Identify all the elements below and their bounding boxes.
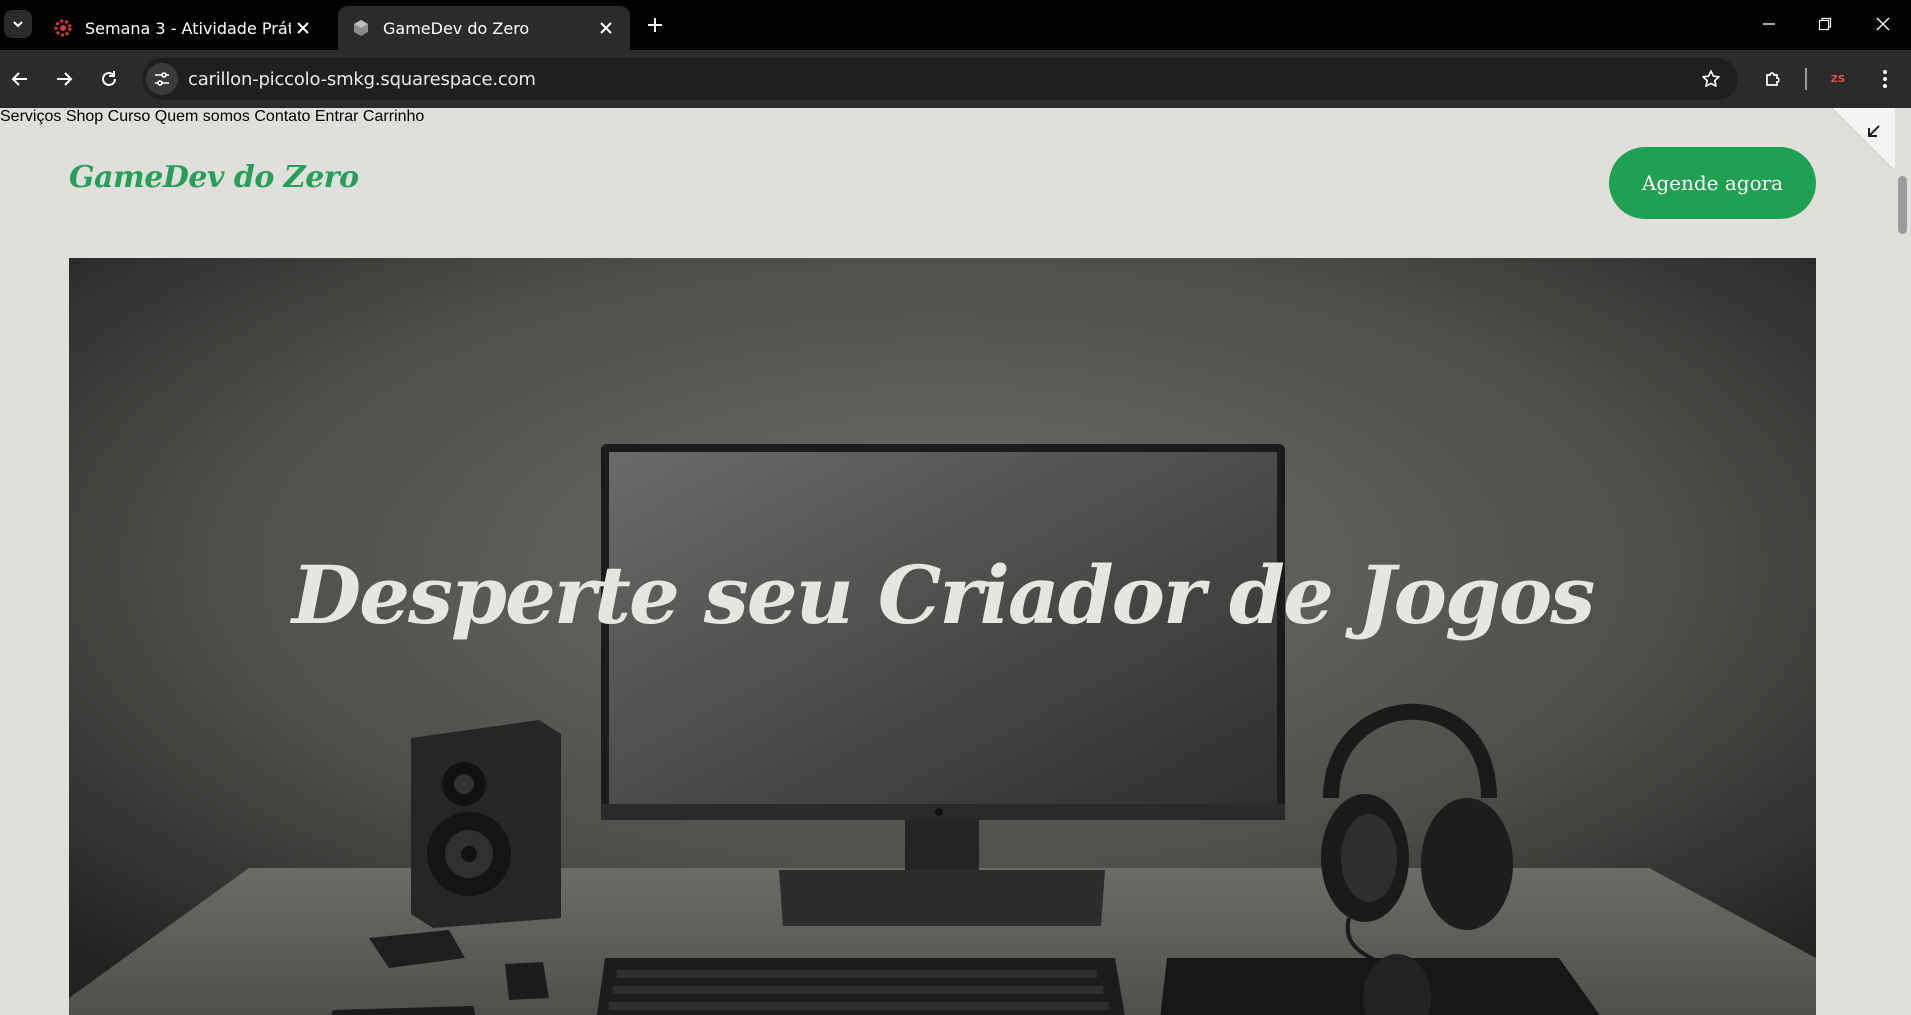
tab-title: GameDev do Zero [383, 18, 530, 38]
page-scrollbar[interactable] [1895, 108, 1911, 1015]
site-logo[interactable]: GameDev do Zero [69, 160, 359, 195]
hero-banner: Desperte seu Criador de Jogos [69, 258, 1816, 1015]
close-icon [1876, 17, 1890, 31]
scrollbar-thumb[interactable] [1898, 176, 1907, 234]
site-info-button[interactable] [146, 63, 178, 95]
close-window-button[interactable] [1855, 0, 1911, 48]
arrow-left-icon [11, 72, 27, 86]
tune-icon [155, 72, 169, 86]
profile-button[interactable]: ZS [1820, 61, 1856, 97]
forward-button[interactable] [46, 61, 82, 97]
hero-headline: Desperte seu Criador de Jogos [291, 548, 1596, 642]
reload-button[interactable] [91, 61, 127, 97]
squarespace-cube-favicon-icon [351, 18, 371, 38]
browser-menu-button[interactable] [1867, 61, 1903, 97]
back-button[interactable] [2, 61, 38, 97]
nav-shop[interactable]: Shop [66, 108, 103, 125]
web-page: GameDev do Zero Serviços Shop Curso Quem… [0, 108, 1895, 1015]
browser-tab-strip: Semana 3 - Atividade Prática GameDev do … [0, 0, 1911, 50]
nav-entrar[interactable]: Entrar [315, 108, 359, 125]
restore-button[interactable] [1797, 0, 1853, 48]
tab-title: Semana 3 - Atividade Prática [85, 18, 291, 38]
new-tab-button[interactable] [641, 11, 669, 39]
page-corner-fold[interactable] [1832, 108, 1895, 171]
nav-curso[interactable]: Curso [108, 108, 151, 125]
red-gear-favicon-icon [53, 18, 73, 38]
browser-tab-semana3[interactable]: Semana 3 - Atividade Prática [40, 6, 327, 50]
nav-servicos[interactable]: Serviços [0, 108, 61, 125]
browser-toolbar: carillon-piccolo-smkg.squarespace.com ZS [0, 50, 1911, 108]
close-tab-icon[interactable] [291, 16, 315, 40]
extensions-button[interactable] [1755, 61, 1791, 97]
plus-icon [648, 18, 662, 32]
kebab-menu-icon [1883, 70, 1887, 88]
book-now-button[interactable]: Agende agora [1609, 147, 1816, 219]
star-icon [1702, 70, 1720, 87]
nav-contato[interactable]: Contato [254, 108, 310, 125]
reload-icon [102, 71, 116, 86]
bookmark-button[interactable] [1698, 66, 1724, 92]
nav-carrinho[interactable]: Carrinho [363, 108, 424, 125]
chevron-down-icon [13, 21, 23, 28]
url-text: carillon-piccolo-smkg.squarespace.com [188, 69, 536, 90]
avatar: ZS [1830, 73, 1846, 85]
close-tab-icon[interactable] [594, 16, 618, 40]
arrow-right-icon [57, 72, 73, 86]
address-bar[interactable]: carillon-piccolo-smkg.squarespace.com [142, 58, 1738, 100]
toolbar-divider [1805, 68, 1807, 90]
nav-quem-somos[interactable]: Quem somos [155, 108, 250, 125]
minimize-icon [1763, 23, 1775, 25]
puzzle-icon [1766, 72, 1780, 86]
minimize-button[interactable] [1741, 0, 1797, 48]
restore-icon [1818, 17, 1832, 31]
tab-search-button[interactable] [4, 10, 32, 38]
browser-tab-gamedev[interactable]: GameDev do Zero [338, 6, 630, 50]
